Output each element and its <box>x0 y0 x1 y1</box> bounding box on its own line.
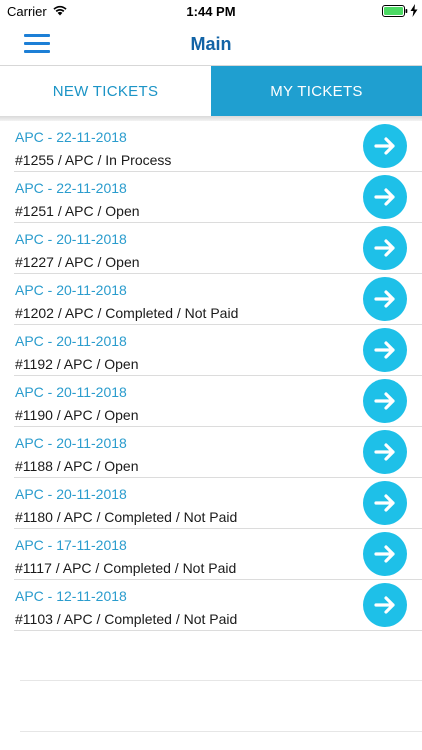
ticket-date: APC - 20-11-2018 <box>15 333 127 349</box>
ticket-row[interactable]: APC - 22-11-2018 #1255 / APC / In Proces… <box>0 121 422 172</box>
open-ticket-button[interactable] <box>363 175 407 219</box>
empty-row-separator <box>20 680 422 681</box>
ticket-date: APC - 20-11-2018 <box>15 384 127 400</box>
arrow-right-icon <box>374 239 395 257</box>
open-ticket-button[interactable] <box>363 532 407 576</box>
ticket-row[interactable]: APC - 20-11-2018 #1192 / APC / Open <box>0 325 422 376</box>
open-ticket-button[interactable] <box>363 277 407 321</box>
ticket-info: #1117 / APC / Completed / Not Paid <box>15 560 237 576</box>
arrow-right-icon <box>374 545 395 563</box>
ticket-date: APC - 20-11-2018 <box>15 231 127 247</box>
open-ticket-button[interactable] <box>363 583 407 627</box>
open-ticket-button[interactable] <box>363 430 407 474</box>
ticket-info: #1103 / APC / Completed / Not Paid <box>15 611 238 627</box>
ticket-row[interactable]: APC - 22-11-2018 #1251 / APC / Open <box>0 172 422 223</box>
open-ticket-button[interactable] <box>363 379 407 423</box>
arrow-right-icon <box>374 341 395 359</box>
charging-bolt-icon <box>410 4 418 17</box>
ticket-row[interactable]: APC - 20-11-2018 #1180 / APC / Completed… <box>0 478 422 529</box>
open-ticket-button[interactable] <box>363 226 407 270</box>
ticket-info: #1188 / APC / Open <box>15 458 139 474</box>
ticket-date: APC - 20-11-2018 <box>15 435 127 451</box>
status-bar: Carrier 1:44 PM <box>0 0 422 22</box>
ticket-row[interactable]: APC - 20-11-2018 #1188 / APC / Open <box>0 427 422 478</box>
ticket-info: #1190 / APC / Open <box>15 407 139 423</box>
ticket-date: APC - 20-11-2018 <box>15 282 127 298</box>
ticket-date: APC - 12-11-2018 <box>15 588 127 604</box>
empty-row-separator <box>20 731 422 732</box>
arrow-right-icon <box>374 596 395 614</box>
arrow-right-icon <box>374 494 395 512</box>
arrow-right-icon <box>374 188 395 206</box>
arrow-right-icon <box>374 443 395 461</box>
tab-my-tickets[interactable]: MY TICKETS <box>211 66 422 116</box>
page-title: Main <box>190 34 232 54</box>
ticket-row[interactable]: APC - 12-11-2018 #1103 / APC / Completed… <box>0 580 422 631</box>
status-time: 1:44 PM <box>186 4 236 19</box>
open-ticket-button[interactable] <box>363 124 407 168</box>
ticket-tabs: NEW TICKETS MY TICKETS <box>0 66 422 116</box>
ticket-list: APC - 22-11-2018 #1255 / APC / In Proces… <box>0 121 422 631</box>
ticket-date: APC - 22-11-2018 <box>15 129 127 145</box>
ticket-info: #1227 / APC / Open <box>15 254 140 270</box>
ticket-info: #1202 / APC / Completed / Not Paid <box>15 305 239 321</box>
arrow-right-icon <box>374 290 395 308</box>
ticket-info: #1180 / APC / Completed / Not Paid <box>15 509 238 525</box>
ticket-info: #1255 / APC / In Process <box>15 152 172 168</box>
open-ticket-button[interactable] <box>363 481 407 525</box>
tab-new-tickets[interactable]: NEW TICKETS <box>0 66 211 116</box>
nav-bar: Main <box>0 22 422 66</box>
ticket-date: APC - 22-11-2018 <box>15 180 127 196</box>
arrow-right-icon <box>374 392 395 410</box>
arrow-right-icon <box>374 137 395 155</box>
ticket-row[interactable]: APC - 20-11-2018 #1190 / APC / Open <box>0 376 422 427</box>
ticket-info: #1192 / APC / Open <box>15 356 139 372</box>
ticket-date: APC - 17-11-2018 <box>15 537 127 553</box>
ticket-row[interactable]: APC - 20-11-2018 #1202 / APC / Completed… <box>0 274 422 325</box>
ticket-row[interactable]: APC - 17-11-2018 #1117 / APC / Completed… <box>0 529 422 580</box>
open-ticket-button[interactable] <box>363 328 407 372</box>
ticket-row[interactable]: APC - 20-11-2018 #1227 / APC / Open <box>0 223 422 274</box>
ticket-date: APC - 20-11-2018 <box>15 486 127 502</box>
battery-icon <box>382 5 408 17</box>
ticket-info: #1251 / APC / Open <box>15 203 140 219</box>
